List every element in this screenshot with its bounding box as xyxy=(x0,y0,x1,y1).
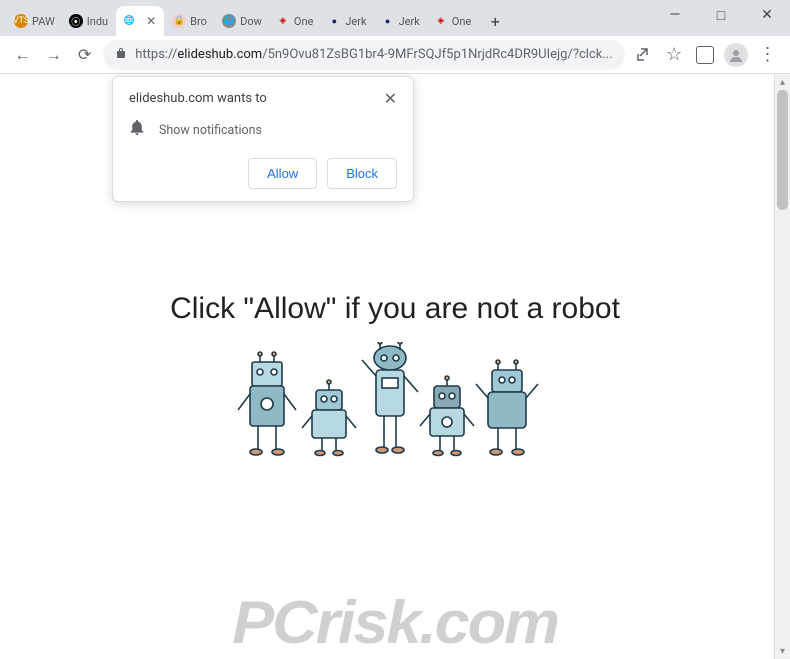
new-tab-button[interactable]: + xyxy=(483,9,507,33)
address-bar[interactable]: https://elideshub.com/5n9Ovu81ZsBG1br4-9… xyxy=(103,40,624,70)
tab-label: Indu xyxy=(87,15,108,28)
tab-label: One xyxy=(294,15,313,28)
favicon-icon: ● xyxy=(381,14,395,28)
favicon-icon: VTS xyxy=(14,14,28,28)
forward-button[interactable]: → xyxy=(41,41,66,69)
permission-description: Show notifications xyxy=(159,123,262,138)
tab-6[interactable]: ● Jerk xyxy=(321,6,372,36)
vertical-scrollbar[interactable]: ▴ ▾ xyxy=(774,74,790,659)
extensions-icon[interactable] xyxy=(693,41,718,69)
tab-close-icon[interactable]: ✕ xyxy=(146,14,158,28)
favicon-icon: ◈ xyxy=(276,14,290,28)
maximize-button[interactable]: □ xyxy=(698,0,744,30)
permission-prompt: elideshub.com wants to ✕ Show notificati… xyxy=(112,76,414,202)
tab-label: Jerk xyxy=(399,15,420,28)
tab-active[interactable]: 🌐 ✕ xyxy=(116,6,164,36)
browser-toolbar: ← → ⟳ https://elideshub.com/5n9Ovu81ZsBG… xyxy=(0,36,790,74)
tab-1[interactable]: ⦿ Indu xyxy=(63,6,114,36)
permission-origin: elideshub.com wants to xyxy=(129,91,267,106)
tab-label: Dow xyxy=(240,15,262,28)
tab-4[interactable]: 🌐 Dow xyxy=(216,6,268,36)
lock-icon xyxy=(115,46,127,63)
url-text: https://elideshub.com/5n9Ovu81ZsBG1br4-9… xyxy=(135,47,612,62)
favicon-icon: 🌐 xyxy=(222,14,236,28)
tab-0[interactable]: VTS PAW xyxy=(8,6,61,36)
tab-label: One xyxy=(452,15,471,28)
reload-button[interactable]: ⟳ xyxy=(72,41,97,69)
window-controls: — □ ✕ xyxy=(652,0,790,30)
favicon-icon: ⦿ xyxy=(69,14,83,28)
block-button[interactable]: Block xyxy=(327,158,397,189)
back-button[interactable]: ← xyxy=(10,41,35,69)
profile-avatar[interactable] xyxy=(724,41,749,69)
window-close-button[interactable]: ✕ xyxy=(744,0,790,30)
tab-5[interactable]: ◈ One xyxy=(270,6,319,36)
tab-label: Bro xyxy=(190,15,208,28)
tab-7[interactable]: ● Jerk xyxy=(375,6,426,36)
menu-icon[interactable]: ⋮ xyxy=(755,41,780,69)
scroll-down-icon[interactable]: ▾ xyxy=(775,643,790,659)
allow-button[interactable]: Allow xyxy=(248,158,317,189)
window-titlebar: VTS PAW ⦿ Indu 🌐 ✕ 🔒 Bro 🌐 Dow ◈ One ● J… xyxy=(0,0,790,36)
close-icon[interactable]: ✕ xyxy=(384,89,397,108)
tab-label: PAW xyxy=(32,15,55,28)
tab-label: Jerk xyxy=(345,15,366,28)
watermark-text: PCrisk.com xyxy=(0,588,790,659)
page-viewport: elideshub.com wants to ✕ Show notificati… xyxy=(0,74,790,659)
favicon-icon: ◈ xyxy=(434,14,448,28)
minimize-button[interactable]: — xyxy=(652,0,698,30)
share-icon[interactable] xyxy=(631,41,656,69)
favicon-icon: ● xyxy=(327,14,341,28)
robot-illustration xyxy=(232,342,558,476)
tab-8[interactable]: ◈ One xyxy=(428,6,477,36)
bell-icon xyxy=(129,120,145,140)
scrollbar-thumb[interactable] xyxy=(777,90,788,210)
tab-3[interactable]: 🔒 Bro xyxy=(166,6,214,36)
scroll-up-icon[interactable]: ▴ xyxy=(775,74,790,90)
favicon-icon: 🌐 xyxy=(122,14,136,28)
page-message: Click "Allow" if you are not a robot xyxy=(0,292,790,326)
bookmark-star-icon[interactable]: ☆ xyxy=(662,41,687,69)
favicon-icon: 🔒 xyxy=(172,14,186,28)
